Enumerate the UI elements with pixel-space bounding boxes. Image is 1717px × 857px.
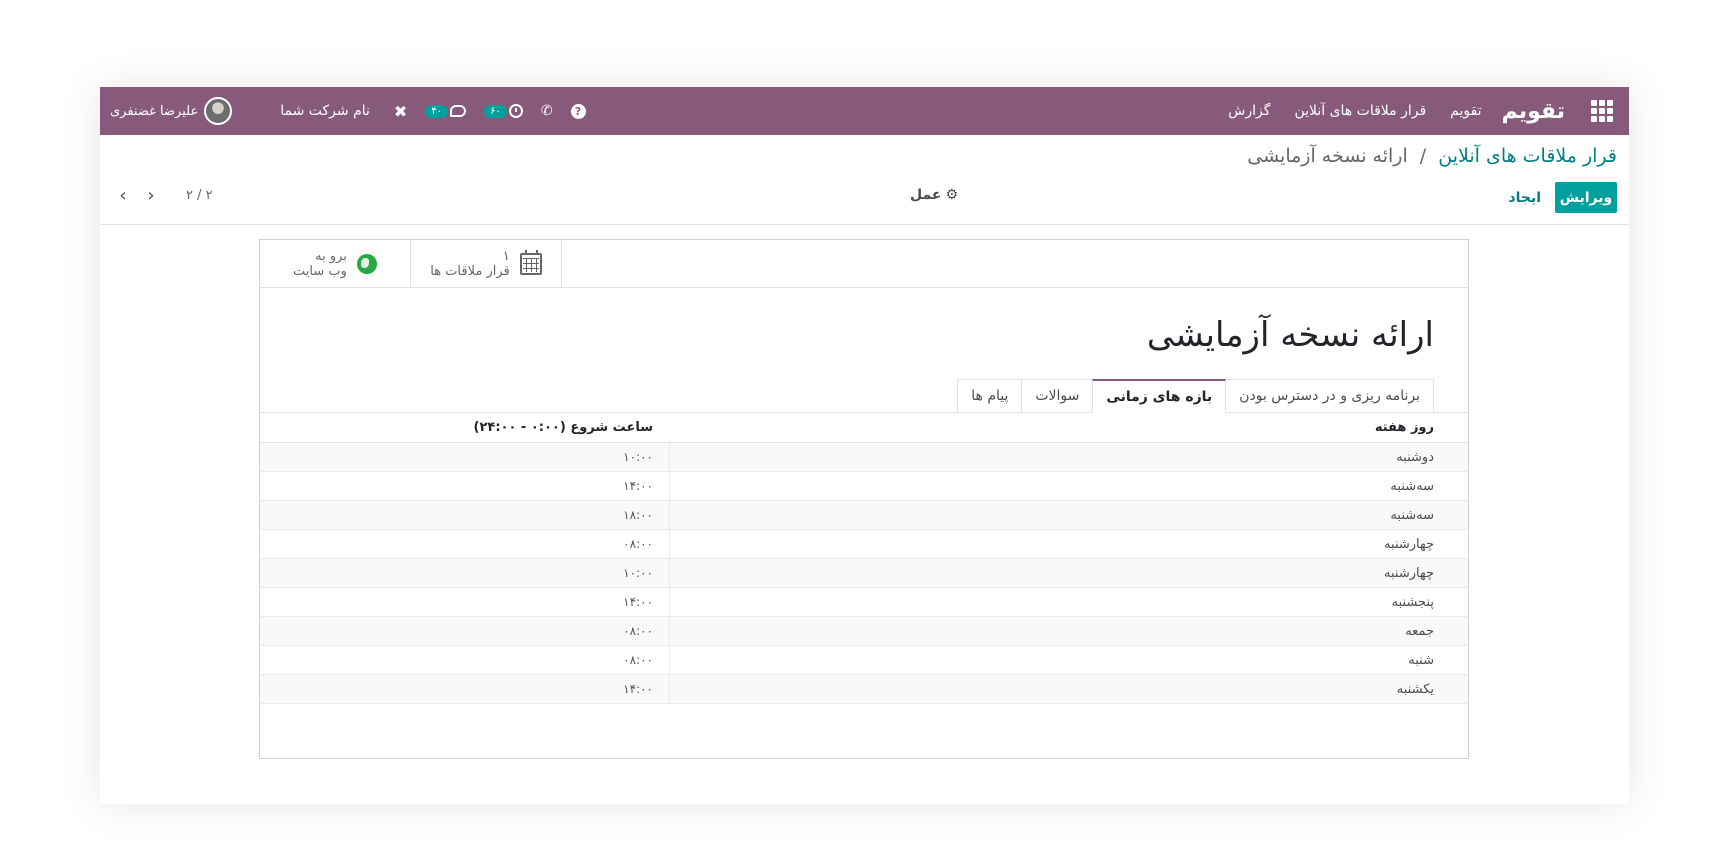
messages-badge: ۴۰	[425, 104, 449, 118]
calendar-icon	[519, 249, 542, 275]
breadcrumb: قرار ملاقات های آنلاین / ارائه نسخه آزما…	[1247, 145, 1617, 167]
record-title[interactable]: ارائه نسخه آزمایشی	[1147, 315, 1434, 355]
pager-value[interactable]: ۲ / ۲	[186, 188, 213, 203]
start-hour-cell: ۱۸:۰۰	[623, 507, 653, 522]
tab-schedule-availability[interactable]: برنامه ریزی و در دسترس بودن	[1225, 379, 1434, 413]
column-start-hour[interactable]: ساعت شروع (۰:۰۰ - ۲۴:۰۰)	[260, 420, 669, 435]
start-hour-cell: ۰۸:۰۰	[623, 536, 653, 551]
create-button[interactable]: ایجاد	[1508, 182, 1541, 213]
weekday-cell: چهارشنبه	[669, 559, 1468, 587]
weekday-cell: جمعه	[669, 617, 1468, 645]
user-name: علیرضا غضنفری	[110, 103, 199, 119]
app-window: تقویم تقویم قرار ملاقات های آنلاین گزارش…	[100, 87, 1629, 804]
weekday-cell: سه‌شنبه	[669, 472, 1468, 500]
activities-badge: ۶۰	[484, 104, 507, 118]
form-sheet: برو به وب سایت ۱ قرار ملاقات ها ارائه نس…	[259, 239, 1469, 759]
table-row[interactable]: چهارشنبه ۰۸:۰۰	[260, 530, 1468, 559]
start-hour-cell: ۱۰:۰۰	[623, 449, 653, 464]
table-row[interactable]: چهارشنبه ۱۰:۰۰	[260, 559, 1468, 588]
pager-next-icon[interactable]: ›	[142, 185, 160, 206]
breadcrumb-separator: /	[1419, 145, 1427, 167]
table-row[interactable]: سه‌شنبه ۱۴:۰۰	[260, 472, 1468, 501]
app-brand[interactable]: تقویم	[1502, 99, 1565, 124]
menu-item-reporting[interactable]: گزارش	[1228, 103, 1270, 119]
apps-menu-icon[interactable]	[1591, 100, 1613, 122]
table-row[interactable]: پنجشنبه ۱۴:۰۰	[260, 588, 1468, 617]
systray: ? ✆ ۶۰ ۴۰ ✖ نام شرکت شما علیرضا غضنفری	[110, 97, 586, 125]
start-hour-cell: ۱۰:۰۰	[623, 565, 653, 580]
meetings-stat-button[interactable]: ۱ قرار ملاقات ها	[411, 240, 562, 287]
activities-menu[interactable]: ۶۰	[484, 104, 523, 118]
weekday-cell: پنجشنبه	[669, 588, 1468, 616]
clock-icon	[508, 104, 523, 118]
table-body: دوشنبه ۱۰:۰۰ سه‌شنبه ۱۴:۰۰ سه‌شنبه ۱۸:۰۰ چهارش…	[260, 443, 1468, 704]
start-hour-cell: ۱۴:۰۰	[623, 478, 653, 493]
table-header: روز هفته ساعت شروع (۰:۰۰ - ۲۴:۰۰)	[260, 413, 1468, 443]
table-row[interactable]: دوشنبه ۱۰:۰۰	[260, 443, 1468, 472]
action-menu[interactable]: ⚙ عمل	[910, 187, 958, 203]
table-row[interactable]: سه‌شنبه ۱۸:۰۰	[260, 501, 1468, 530]
start-hour-cell: ۰۸:۰۰	[623, 623, 653, 638]
meetings-count: ۱	[502, 248, 510, 264]
start-hour-cell: ۱۴:۰۰	[623, 681, 653, 696]
breadcrumb-current: ارائه نسخه آزمایشی	[1247, 145, 1408, 167]
tab-questions[interactable]: سوالات	[1021, 379, 1094, 413]
action-label: عمل	[910, 187, 942, 203]
start-hour-cell: ۰۸:۰۰	[623, 652, 653, 667]
edit-button[interactable]: ویرایش	[1555, 182, 1617, 213]
help-icon[interactable]: ?	[570, 103, 586, 119]
debug-tools-icon[interactable]: ✖	[394, 102, 407, 121]
menu-item-calendar[interactable]: تقویم	[1450, 103, 1481, 119]
company-switcher[interactable]: نام شرکت شما	[280, 103, 370, 119]
table-row[interactable]: جمعه ۰۸:۰۰	[260, 617, 1468, 646]
pager-previous-icon[interactable]: ‹	[114, 185, 132, 206]
start-hour-cell: ۱۴:۰۰	[623, 594, 653, 609]
globe-icon	[356, 253, 377, 274]
weekday-cell: دوشنبه	[669, 443, 1468, 471]
breadcrumb-parent[interactable]: قرار ملاقات های آنلاین	[1438, 145, 1617, 167]
slots-table: روز هفته ساعت شروع (۰:۰۰ - ۲۴:۰۰) دوشنبه…	[260, 413, 1468, 704]
chat-icon	[450, 105, 467, 117]
weekday-cell: شنبه	[669, 646, 1468, 674]
gear-icon: ⚙	[945, 187, 959, 203]
weekday-cell: سه‌شنبه	[669, 501, 1468, 529]
tab-messages[interactable]: پیام ها	[957, 379, 1023, 413]
menu-item-online-appointments[interactable]: قرار ملاقات های آنلاین	[1294, 103, 1426, 119]
button-box: برو به وب سایت ۱ قرار ملاقات ها	[260, 240, 1468, 288]
tab-time-slots[interactable]: بازه های زمانی	[1092, 379, 1227, 413]
user-menu[interactable]: علیرضا غضنفری	[110, 97, 233, 125]
control-panel: قرار ملاقات های آنلاین / ارائه نسخه آزما…	[100, 135, 1629, 225]
table-row[interactable]: شنبه ۰۸:۰۰	[260, 646, 1468, 675]
messages-menu[interactable]: ۴۰	[425, 104, 467, 118]
user-avatar	[204, 97, 233, 125]
website-line2: وب سایت	[293, 263, 347, 279]
weekday-cell: یکشنبه	[669, 675, 1468, 703]
pager: ‹ › ۲ / ۲	[114, 185, 213, 206]
table-row[interactable]: یکشنبه ۱۴:۰۰	[260, 675, 1468, 704]
website-line1: برو به	[315, 248, 347, 264]
top-navbar: تقویم تقویم قرار ملاقات های آنلاین گزارش…	[100, 87, 1629, 135]
go-to-website-button[interactable]: برو به وب سایت	[260, 240, 411, 287]
column-weekday[interactable]: روز هفته	[669, 420, 1468, 435]
notebook-tabs: برنامه ریزی و در دسترس بودن بازه های زما…	[957, 379, 1434, 413]
meetings-label: قرار ملاقات ها	[430, 263, 510, 279]
weekday-cell: چهارشنبه	[669, 530, 1468, 558]
phone-icon[interactable]: ✆	[541, 103, 553, 119]
